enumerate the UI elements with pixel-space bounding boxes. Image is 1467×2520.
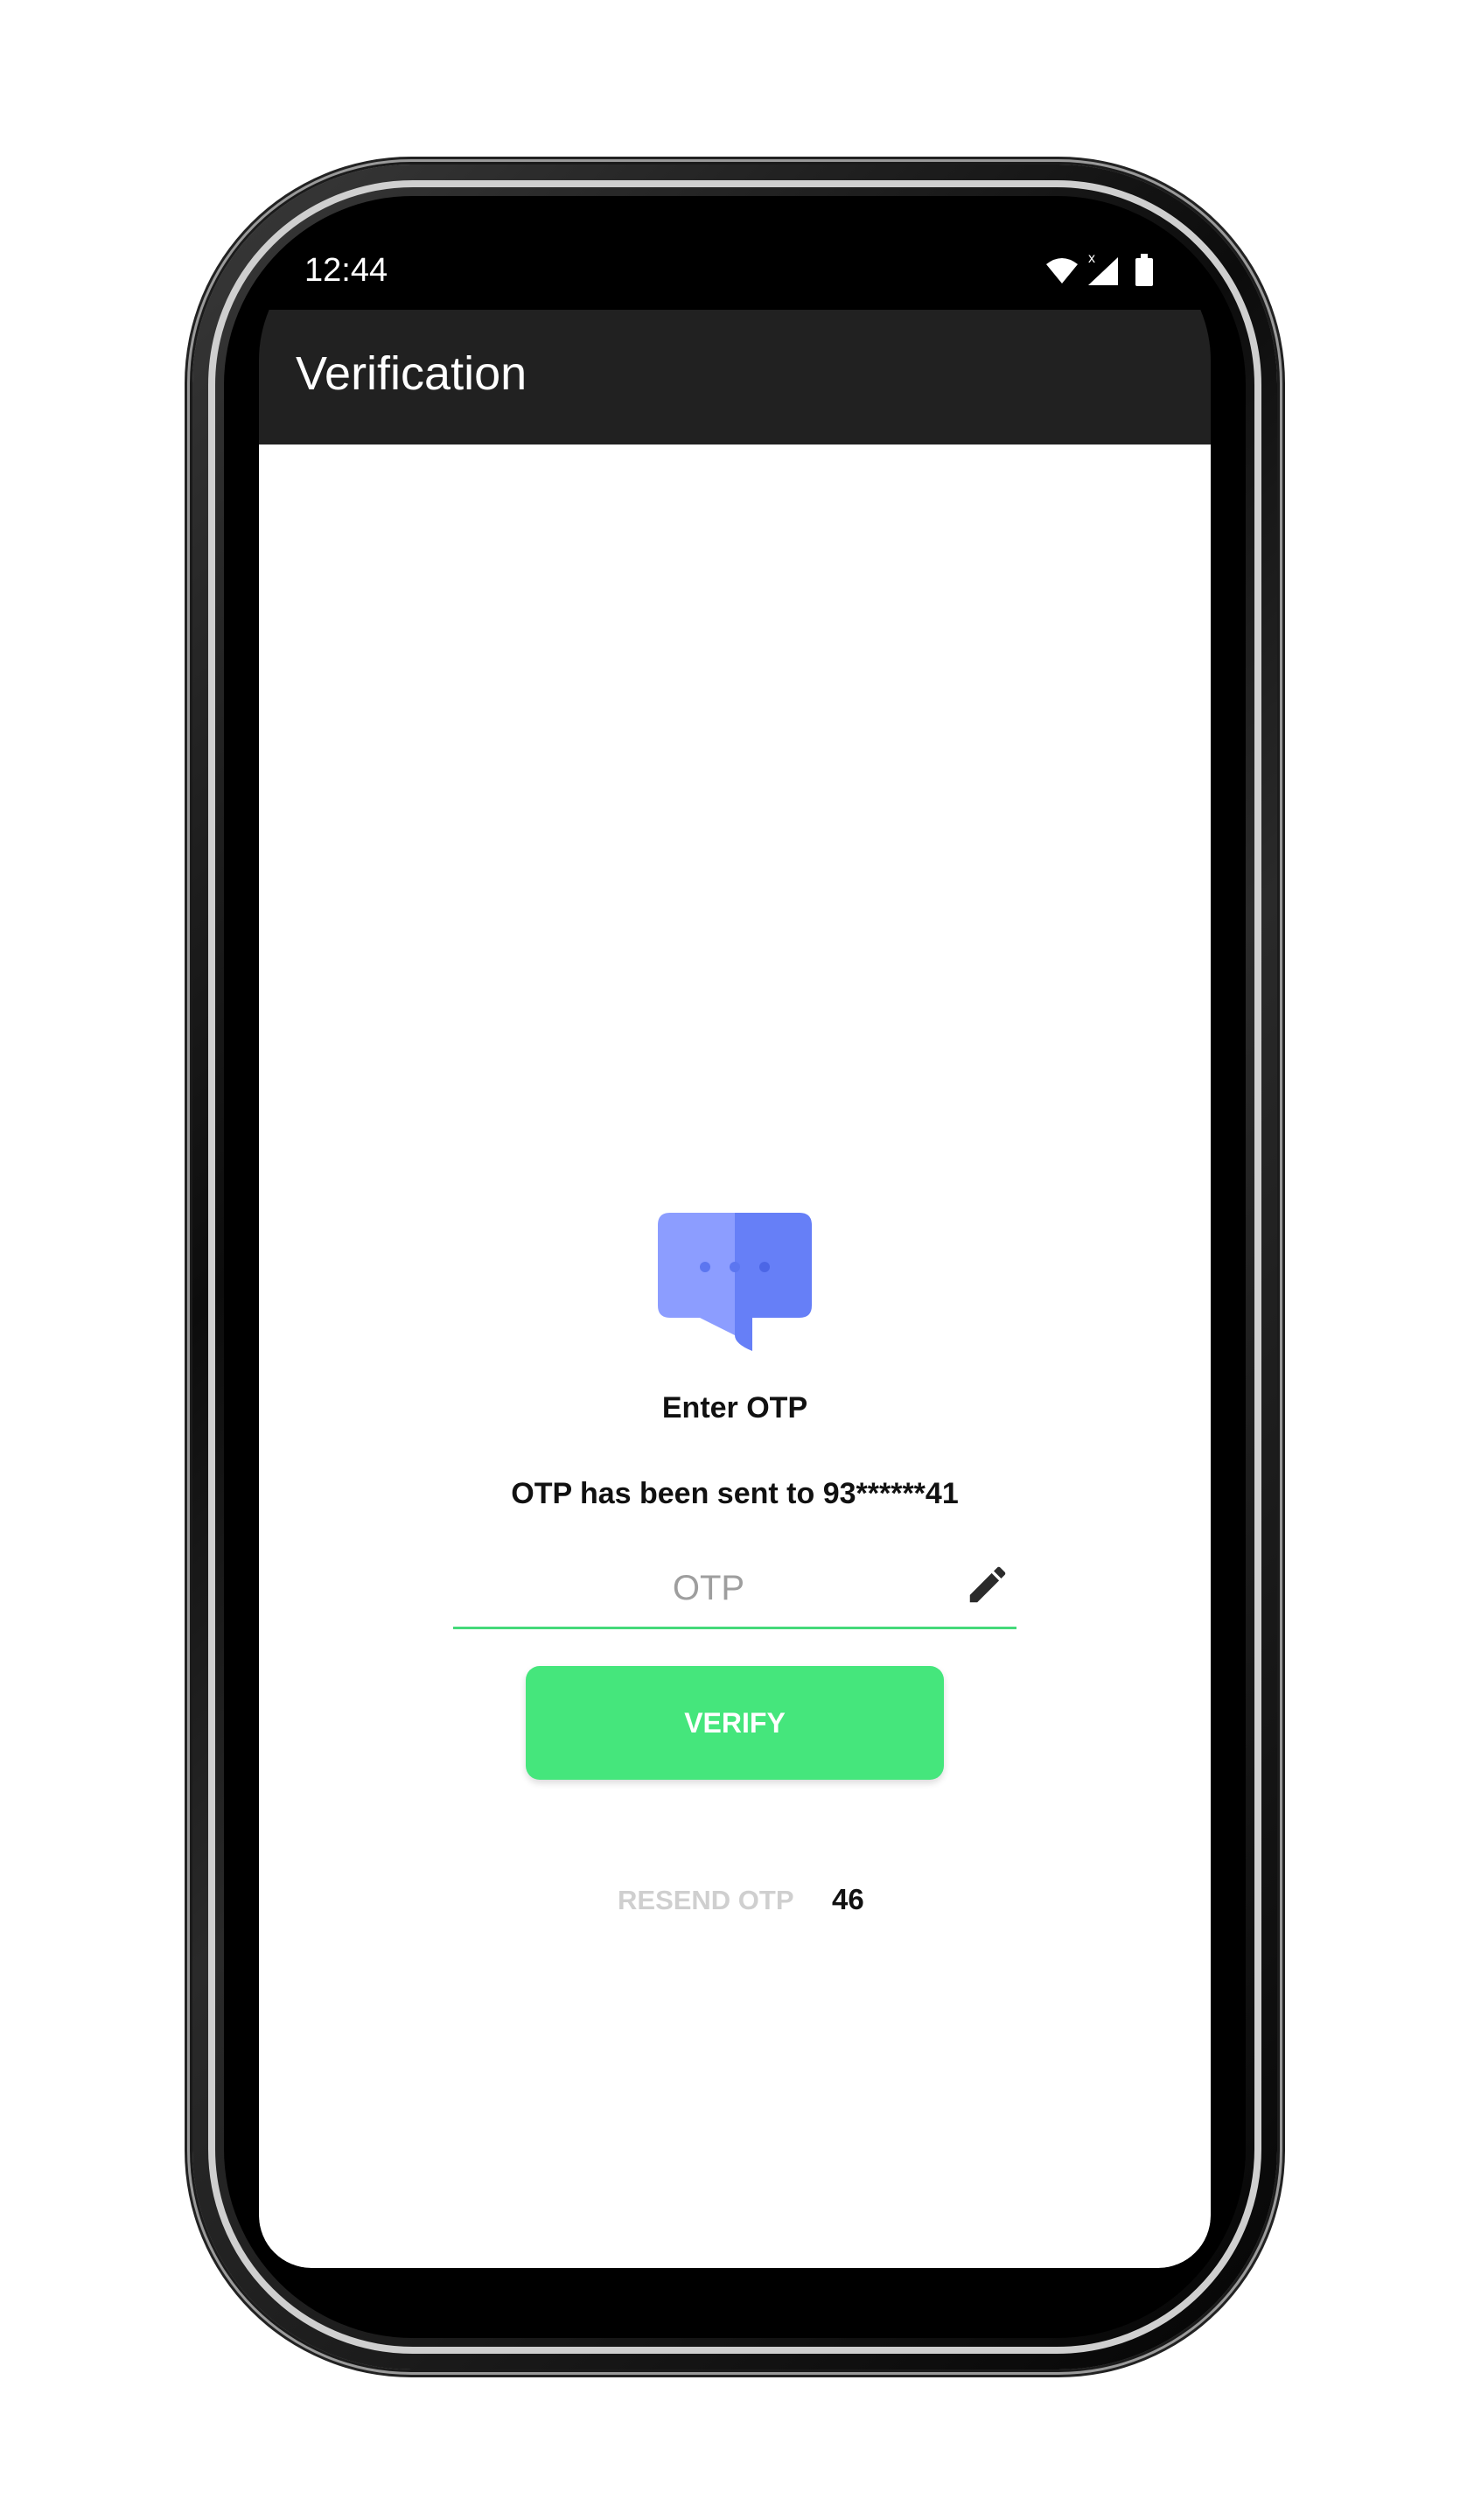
- status-icons: x: [1043, 251, 1174, 289]
- pencil-icon[interactable]: [964, 1561, 1011, 1613]
- battery-icon: [1135, 254, 1153, 286]
- cellular-no-service-icon: x: [1088, 251, 1118, 285]
- app-bar: Verification: [259, 310, 1211, 444]
- verify-button[interactable]: VERIFY: [526, 1666, 944, 1780]
- resend-countdown: 46: [832, 1883, 864, 1915]
- phone-screen: 12:44 x Verification Enter OTP OTP has b…: [259, 229, 1211, 2268]
- page: 12:44 x Verification Enter OTP OTP has b…: [0, 0, 1467, 2520]
- resend-otp-button[interactable]: RESEND OTP: [618, 1885, 794, 1916]
- status-time: 12:44: [304, 252, 388, 289]
- otp-sent-message: OTP has been sent to 93******41: [511, 1477, 959, 1510]
- verification-content: Enter OTP OTP has been sent to 93******4…: [259, 444, 1211, 2268]
- enter-otp-heading: Enter OTP: [661, 1391, 808, 1424]
- otp-input[interactable]: [453, 1558, 1016, 1629]
- svg-text:x: x: [1088, 252, 1095, 266]
- wifi-icon: [1046, 258, 1078, 284]
- home-indicator[interactable]: [390, 2246, 556, 2252]
- chat-bubble-icon: [658, 1213, 812, 1359]
- app-bar-title: Verification: [296, 347, 527, 400]
- status-bar: 12:44 x: [259, 229, 1211, 310]
